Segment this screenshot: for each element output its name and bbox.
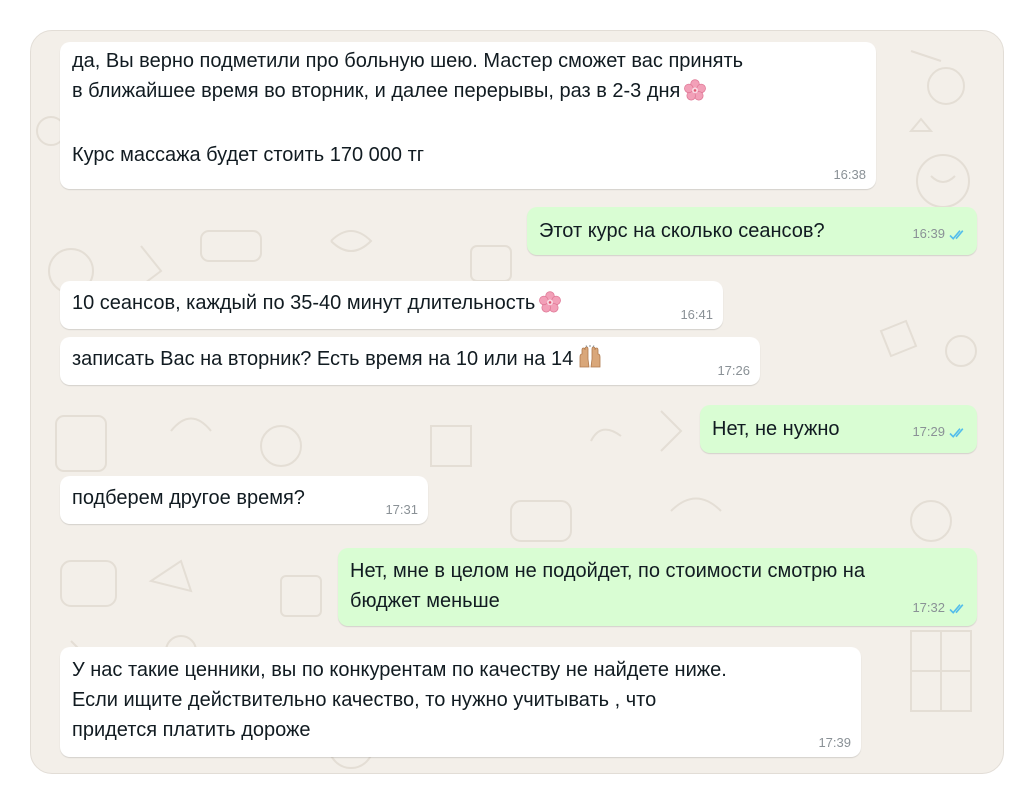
- message-meta: 17:32: [912, 600, 967, 618]
- message-bubble-incoming[interactable]: записать Вас на вторник? Есть время на 1…: [60, 337, 760, 385]
- message-bubble-outgoing[interactable]: Нет, не нужно 17:29: [700, 405, 977, 453]
- message-text: подберем другое время?: [72, 487, 305, 509]
- message-timestamp: 16:39: [912, 226, 945, 241]
- cherry-blossom-icon: [539, 291, 562, 322]
- message-text: Нет, мне в целом не подойдет, по стоимос…: [350, 560, 865, 612]
- message-bubble-incoming[interactable]: 10 сеансов, каждый по 35-40 минут длител…: [60, 281, 723, 329]
- message-timestamp: 17:31: [385, 502, 418, 517]
- message-meta: 17:29: [912, 424, 967, 442]
- read-receipt-icon: [949, 427, 967, 442]
- message-bubble-incoming[interactable]: подберем другое время? 17:31: [60, 476, 428, 524]
- message-text: да, Вы верно подметили про больную шею. …: [72, 50, 744, 166]
- message-timestamp: 17:39: [818, 735, 851, 750]
- chat-window: да, Вы верно подметили про больную шею. …: [30, 30, 1004, 774]
- message-bubble-outgoing[interactable]: Этот курс на сколько сеансов? 16:39: [527, 207, 977, 255]
- read-receipt-icon: [949, 603, 967, 618]
- raising-hands-icon: [577, 345, 603, 378]
- message-timestamp: 17:29: [912, 424, 945, 439]
- message-bubble-incoming[interactable]: да, Вы верно подметили про больную шею. …: [60, 42, 876, 189]
- message-text: записать Вас на вторник? Есть время на 1…: [72, 341, 748, 378]
- message-bubble-outgoing[interactable]: Нет, мне в целом не подойдет, по стоимос…: [338, 548, 977, 626]
- message-text: Этот курс на сколько сеансов?: [539, 220, 825, 242]
- message-meta: 16:39: [912, 226, 967, 244]
- message-timestamp: 16:38: [833, 167, 866, 182]
- read-receipt-icon: [949, 229, 967, 244]
- message-bubble-incoming[interactable]: У нас такие ценники, вы по конкурентам п…: [60, 647, 861, 757]
- message-timestamp: 16:41: [680, 307, 713, 322]
- cherry-blossom-icon: [684, 79, 707, 110]
- message-timestamp: 17:32: [912, 600, 945, 615]
- message-text: У нас такие ценники, вы по конкурентам п…: [72, 659, 727, 741]
- message-timestamp: 17:26: [717, 363, 750, 378]
- message-text: 10 сеансов, каждый по 35-40 минут длител…: [72, 285, 711, 322]
